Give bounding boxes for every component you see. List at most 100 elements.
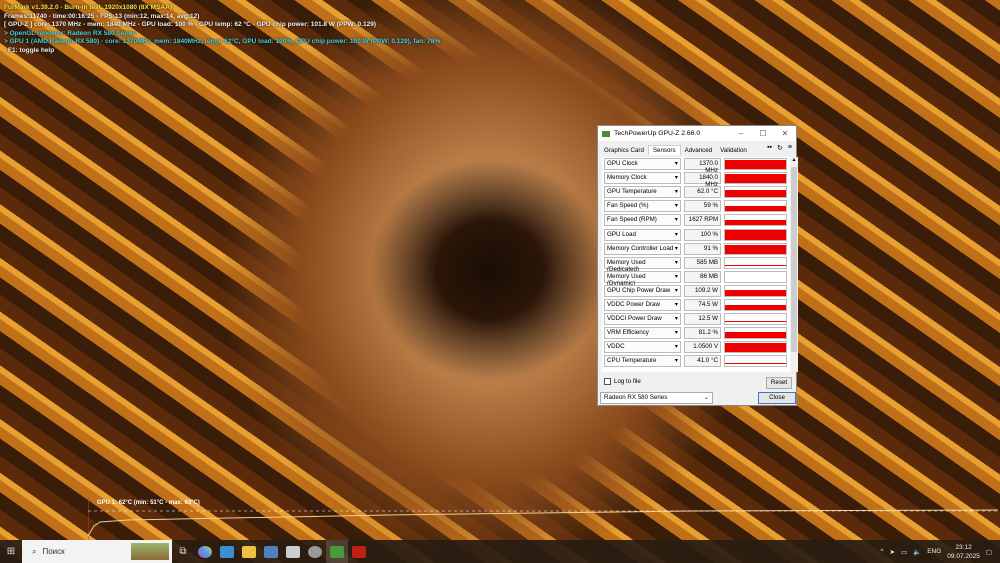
tab-sensors[interactable]: Sensors (647, 145, 681, 155)
sensor-row: GPU Clock ▾ 1370.0 MHz (604, 158, 787, 174)
sensor-graph (724, 284, 787, 297)
tab-graphics-card[interactable]: Graphics Card (600, 146, 648, 155)
sensor-graph-fill (725, 321, 786, 323)
network-app-icon[interactable] (260, 540, 282, 563)
sensor-label-dropdown[interactable]: VDDCI Power Draw ▾ (604, 313, 681, 326)
scrollbar[interactable]: ▲ (790, 157, 798, 372)
refresh-icon[interactable]: ↻ (777, 144, 783, 152)
sensor-label-dropdown[interactable]: Memory Controller Load ▾ (604, 242, 681, 255)
sensor-label-dropdown[interactable]: Memory Used (Dedicated) ▾ (604, 256, 681, 273)
sensor-graph-fill (725, 159, 786, 169)
gpuz-taskbar-icon[interactable] (326, 540, 348, 563)
title-bar[interactable]: TechPowerUp GPU-Z 2.66.0 – ☐ ✕ (598, 126, 796, 141)
sensor-graph (724, 214, 787, 227)
app-icon-blue[interactable] (216, 540, 238, 563)
reset-button[interactable]: Reset (766, 377, 792, 389)
sensor-graph (724, 341, 787, 354)
network-icon[interactable]: ▭ (901, 548, 907, 556)
sensor-label: Memory Controller Load (607, 244, 674, 252)
sensor-value: 1840.0 MHz (684, 172, 721, 188)
sensor-graph-fill (725, 230, 786, 240)
sensor-list: ▲ GPU Clock ▾ 1370.0 MHz Memory Clock ▾ 1840.… (602, 157, 798, 372)
sensor-label-dropdown[interactable]: CPU Temperature ▾ (604, 355, 681, 368)
dropdown-arrow-icon: ▾ (674, 202, 678, 210)
temperature-graph (88, 498, 998, 540)
search-box[interactable]: ⌕ Поиск (22, 540, 172, 563)
sensor-value: 91 % (684, 242, 721, 255)
sensor-graph (724, 313, 787, 326)
log-checkbox[interactable] (604, 378, 611, 385)
sensor-label-dropdown[interactable]: VDDC Power Draw ▾ (604, 299, 681, 311)
dropdown-arrow-icon: ▾ (674, 258, 678, 266)
sensor-label-dropdown[interactable]: GPU Temperature ▾ (604, 186, 681, 199)
notifications-icon[interactable]: ▢ (986, 548, 992, 556)
chevron-up-icon[interactable]: ^ (880, 548, 883, 555)
sensor-row: Memory Used (Dynamic) ▾ 86 MB (604, 270, 787, 287)
furmark-taskbar-icon[interactable] (348, 540, 370, 563)
sensor-label: Fan Speed (%) (607, 202, 649, 210)
camera-icon[interactable]: ▪▪ (767, 144, 772, 152)
sensor-graph (724, 186, 787, 199)
sensor-label: GPU Chip Power Draw (607, 286, 671, 294)
sensor-label-dropdown[interactable]: Fan Speed (RPM) ▾ (604, 214, 681, 227)
log-to-file[interactable]: Log to file (604, 378, 641, 385)
maximize-button[interactable]: ☐ (752, 129, 774, 138)
sensor-label: CPU Temperature (607, 357, 657, 365)
close-button[interactable]: Close (758, 392, 796, 404)
clock-date: 09.07.2025 (947, 552, 980, 560)
sensor-label: VRM Efficiency (607, 329, 649, 337)
sensor-value: 12.5 W (684, 313, 721, 326)
sensor-label-dropdown[interactable]: Memory Used (Dynamic) ▾ (604, 270, 681, 287)
sensor-graph-fill (725, 264, 786, 266)
chevron-down-icon: ⌄ (703, 394, 709, 401)
sensor-value: 41.0 °C (684, 355, 721, 368)
sensor-graph-fill (725, 245, 786, 254)
sensor-value: 1370.0 MHz (684, 158, 721, 174)
sensor-label-dropdown[interactable]: Fan Speed (%) ▾ (604, 200, 681, 213)
sensor-label: Memory Clock (607, 174, 647, 182)
language-indicator[interactable]: ENG (927, 548, 941, 555)
copilot-icon[interactable] (194, 540, 216, 563)
minimize-button[interactable]: – (730, 129, 752, 138)
furmark-title: FurMark v1.39.2.0 - Burn-in test, 1920x1… (4, 4, 172, 11)
sensor-label-dropdown[interactable]: VRM Efficiency ▾ (604, 327, 681, 340)
sensor-graph-fill (725, 205, 786, 212)
tab-bar: Graphics Card Sensors Advanced Validatio… (598, 141, 796, 155)
log-label: Log to file (614, 378, 641, 385)
volume-icon[interactable]: 🔈 (913, 548, 921, 556)
calculator-icon[interactable] (282, 540, 304, 563)
sensor-row: CPU Temperature ▾ 41.0 °C (604, 355, 787, 368)
tab-validation[interactable]: Validation (716, 146, 751, 155)
sensor-value: 100 % (684, 228, 721, 241)
sensor-value: 62.0 °C (684, 186, 721, 199)
app-icon-gray[interactable] (304, 540, 326, 563)
sensor-graph (724, 327, 787, 340)
sensor-row: Memory Used (Dedicated) ▾ 585 MB (604, 256, 787, 273)
sensor-value: 81.2 % (684, 327, 721, 340)
close-window-button[interactable]: ✕ (774, 129, 796, 138)
dropdown-arrow-icon: ▾ (674, 216, 678, 224)
dropdown-arrow-icon: ▾ (674, 315, 678, 323)
sensor-label-dropdown[interactable]: GPU Clock ▾ (604, 158, 681, 170)
sensor-label: VDDC Power Draw (607, 301, 660, 308)
sensor-graph (724, 299, 787, 311)
sensor-graph (724, 228, 787, 241)
sensor-label-dropdown[interactable]: Memory Clock ▾ (604, 172, 681, 185)
furmark-help: - F1: toggle help (4, 46, 55, 54)
clock[interactable]: 23:12 09.07.2025 (947, 543, 980, 561)
sensor-row: VRM Efficiency ▾ 81.2 % (604, 327, 787, 340)
sensor-label-dropdown[interactable]: GPU Load ▾ (604, 228, 681, 241)
menu-icon[interactable]: ≡ (788, 144, 792, 152)
sensor-row: VDDCI Power Draw ▾ 12.5 W (604, 313, 787, 326)
task-view-button[interactable]: ⧉ (172, 540, 194, 563)
sensor-label-dropdown[interactable]: GPU Chip Power Draw ▾ (604, 284, 681, 297)
sensor-label-dropdown[interactable]: VDDC ▾ (604, 341, 681, 354)
sensor-row: GPU Chip Power Draw ▾ 109.2 W (604, 284, 787, 297)
search-icon: ⌕ (32, 546, 37, 556)
gpu-select[interactable]: Radeon RX 580 Series ⌄ (600, 392, 713, 404)
start-button[interactable]: ⊞ (0, 540, 22, 563)
sensor-graph-fill (725, 289, 786, 296)
tray-app-icon[interactable]: ➤ (890, 548, 895, 556)
tab-advanced[interactable]: Advanced (681, 146, 717, 155)
file-explorer-icon[interactable] (238, 540, 260, 563)
